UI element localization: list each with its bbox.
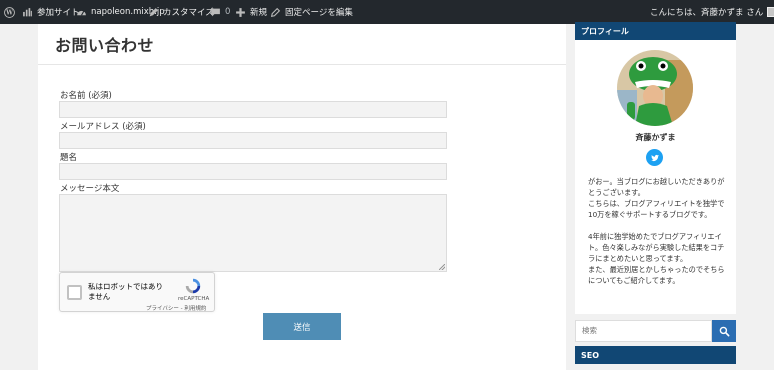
recaptcha-checkbox[interactable] [67, 285, 82, 300]
howdy-text: こんにちは、斉藤かずま さん [650, 8, 764, 18]
sidebar: プロフィール 斉藤かずま がおー。当ブログにお越しいただきありがとうございます。… [575, 22, 736, 370]
submit-button[interactable]: 送信 [263, 313, 341, 340]
search-widget: 検索 [575, 320, 736, 342]
resize-handle[interactable] [439, 264, 445, 270]
edit-icon [270, 7, 281, 17]
profile-heading: プロフィール [575, 22, 736, 40]
search-button[interactable] [712, 320, 736, 342]
site-icon [23, 7, 32, 16]
subject-field[interactable] [59, 163, 447, 180]
search-input[interactable]: 検索 [575, 320, 712, 342]
new-label: 新規 [250, 8, 268, 18]
main-content: お問い合わせ お名前 (必須) メールアドレス (必須) 題名 メッセージ本文 … [38, 24, 566, 370]
subject-label: 題名 [60, 153, 78, 163]
recaptcha-terms[interactable]: プライバシー - 利用規約 [146, 304, 206, 312]
edit-page-label: 固定ページを編集 [285, 8, 353, 18]
seo-heading: SEO [575, 346, 736, 364]
site-name-label: 参加サイト [37, 8, 80, 18]
bio-paragraph-2: 4年前に独学始めたでブログアフィリエイト。色々楽しみながら実験した結果をコチラに… [588, 232, 725, 285]
plus-icon [236, 7, 245, 17]
profile-name: 斉藤かずま [635, 133, 676, 142]
name-label: お名前 (必須) [60, 91, 112, 101]
admin-bar: W 参加サイト napoleon.mixh.jp カスタマイズ 0 新規 固定ペ… [0, 0, 774, 24]
profile-bio: がおー。当ブログにお越しいただきありがとうございます。 こちらは、ブログアフィリ… [588, 176, 730, 286]
recaptcha-icon [185, 278, 201, 294]
page-title: お問い合わせ [55, 36, 155, 55]
name-field[interactable] [59, 101, 447, 118]
message-textarea[interactable] [59, 194, 447, 272]
svg-text:W: W [5, 9, 13, 16]
profile-widget: プロフィール 斉藤かずま がおー。当ブログにお越しいただきありがとうございます。… [575, 22, 736, 314]
gauge-icon [77, 10, 86, 16]
edit-page-link[interactable]: 固定ページを編集 [270, 0, 353, 24]
email-label: メールアドレス (必須) [60, 122, 146, 132]
wordpress-icon: W [4, 6, 15, 18]
profile-avatar [617, 50, 693, 126]
comments-count: 0 [225, 7, 231, 17]
recaptcha-widget: 私はロボットではありません reCAPTCHA プライバシー - 利用規約 [59, 272, 215, 312]
comment-icon [211, 8, 220, 16]
account-menu[interactable]: こんにちは、斉藤かずま さん [650, 0, 774, 24]
comments-link[interactable]: 0 [210, 0, 230, 24]
recaptcha-text: 私はロボットではありません [88, 282, 163, 301]
wp-logo-menu[interactable]: W [4, 0, 15, 24]
customize-label: カスタマイズ [163, 8, 214, 18]
twitter-icon [650, 154, 659, 161]
title-divider [38, 64, 566, 65]
message-label: メッセージ本文 [60, 184, 120, 194]
email-field[interactable] [59, 132, 447, 149]
user-avatar [767, 7, 774, 17]
site-name-menu[interactable]: 参加サイト [22, 0, 80, 24]
recaptcha-brand: reCAPTCHA [178, 296, 210, 302]
pencil-icon [149, 7, 158, 16]
new-content-menu[interactable]: 新規 [235, 0, 267, 24]
twitter-button[interactable] [646, 149, 663, 166]
customize-link[interactable]: カスタマイズ [148, 0, 214, 24]
bio-paragraph-1: がおー。当ブログにお越しいただきありがとうございます。 こちらは、ブログアフィリ… [588, 177, 725, 219]
search-icon [719, 326, 729, 336]
